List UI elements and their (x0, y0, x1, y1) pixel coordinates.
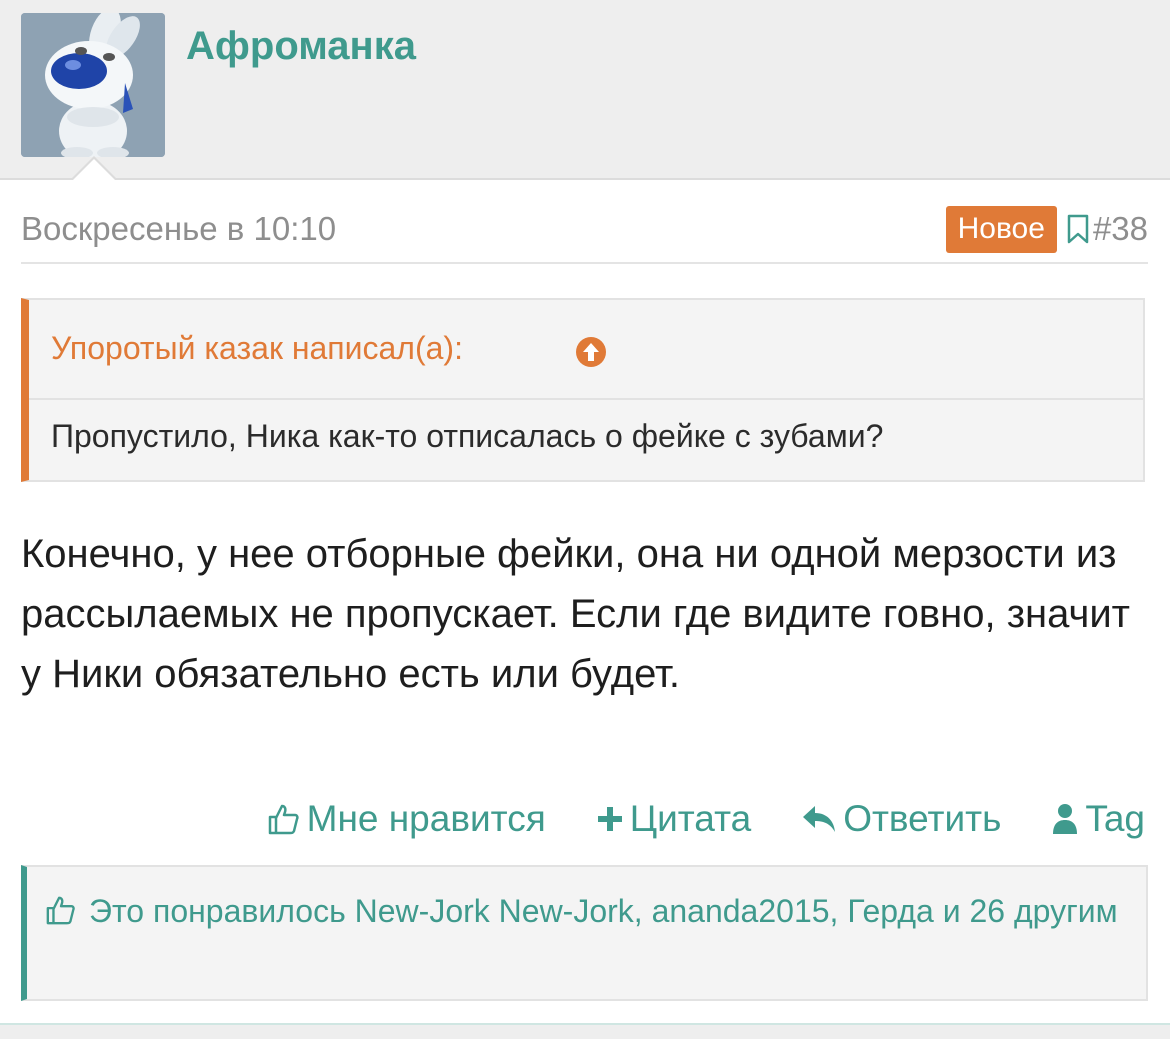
post-meta: Воскресенье в 10:10 Новое #38 (21, 205, 1148, 264)
post-number[interactable]: #38 (1093, 210, 1148, 248)
thumbs-up-icon (46, 896, 75, 925)
user-avatar[interactable] (21, 13, 165, 157)
new-badge: Новое (945, 205, 1057, 253)
username[interactable]: Афроманка (186, 24, 416, 69)
likes-summary: Это понравилось New-Jork New-Jork, anand… (21, 865, 1148, 1001)
tag-button[interactable]: Tag (1051, 798, 1145, 840)
plus-icon (597, 807, 622, 831)
likes-text-wrap: Это понравилось New-Jork New-Jork, anand… (45, 887, 1126, 935)
quote-block: Упоротый казак написал(а): Пропустило, Н… (21, 298, 1145, 482)
quote-button[interactable]: Цитата (596, 798, 751, 840)
like-label: Мне нравится (306, 798, 546, 839)
quote-label: Цитата (629, 798, 752, 839)
arrow-up-circle-icon[interactable] (575, 336, 607, 373)
user-icon (1053, 804, 1078, 834)
post-container: Воскресенье в 10:10 Новое #38 Упоротый к… (0, 156, 1170, 1025)
quote-author[interactable]: Упоротый казак написал(а): (51, 330, 463, 367)
post-date[interactable]: Воскресенье в 10:10 (21, 210, 336, 248)
post-actions: Мне нравится Цитата Ответить Tag (267, 798, 1145, 840)
post-header: Афроманка (0, 0, 1170, 178)
quote-text: Пропустило, Ника как-то отписалась о фей… (51, 418, 884, 454)
reply-button[interactable]: Ответить (801, 798, 1001, 840)
like-button[interactable]: Мне нравится (267, 798, 546, 840)
reply-label: Ответить (843, 798, 1002, 839)
tag-label: Tag (1085, 798, 1145, 839)
thumbs-up-icon (268, 804, 299, 835)
likes-text[interactable]: Это понравилось New-Jork New-Jork, anand… (89, 893, 1118, 929)
bookmark-icon[interactable] (1067, 214, 1089, 244)
post-body: Конечно, у нее отборные фейки, она ни од… (21, 532, 1131, 696)
quote-header: Упоротый казак написал(а): (29, 300, 1143, 400)
reply-icon (803, 806, 836, 832)
avatar-pointer-inner (73, 159, 115, 180)
